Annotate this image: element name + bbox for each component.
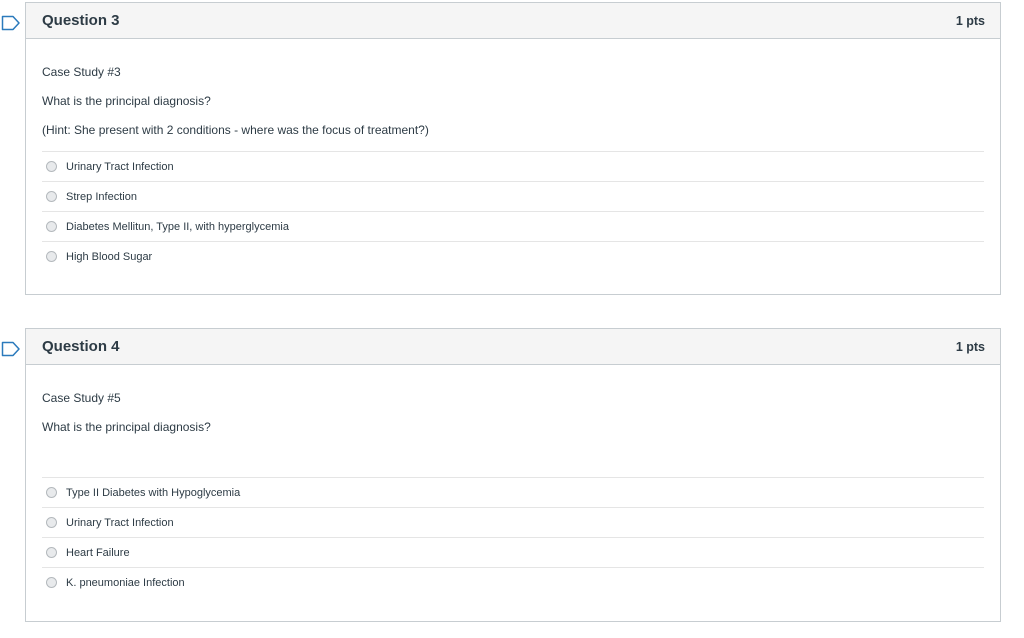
question-card-4: Question 4 1 pts Case Study #5 What is t… — [1, 328, 1001, 622]
radio-button[interactable] — [46, 221, 57, 232]
answer-option[interactable]: Urinary Tract Infection — [42, 508, 984, 538]
answer-label[interactable]: Urinary Tract Infection — [66, 161, 174, 173]
answer-option[interactable]: Heart Failure — [42, 538, 984, 568]
answer-label[interactable]: Type II Diabetes with Hypoglycemia — [66, 487, 240, 499]
question-prompt: What is the principal diagnosis? — [42, 94, 211, 108]
answer-label[interactable]: K. pneumoniae Infection — [66, 577, 185, 589]
question-hint: (Hint: She present with 2 conditions - w… — [42, 123, 429, 137]
question-points: 1 pts — [955, 13, 985, 28]
question-body: Case Study #3 What is the principal diag… — [26, 39, 1000, 271]
question-prompt: What is the principal diagnosis? — [42, 420, 211, 434]
answer-label[interactable]: High Blood Sugar — [66, 251, 152, 263]
question-text: Case Study #5 What is the principal diag… — [42, 365, 984, 435]
radio-button[interactable] — [46, 161, 57, 172]
radio-button[interactable] — [46, 191, 57, 202]
answer-list: Type II Diabetes with Hypoglycemia Urina… — [42, 477, 984, 597]
answer-label[interactable]: Strep Infection — [66, 191, 137, 203]
radio-button[interactable] — [46, 577, 57, 588]
radio-button[interactable] — [46, 251, 57, 262]
bookmark-flag-icon[interactable] — [1, 15, 21, 31]
question-body: Case Study #5 What is the principal diag… — [26, 365, 1000, 597]
answer-label[interactable]: Diabetes Mellitun, Type II, with hypergl… — [66, 221, 289, 233]
question-header: Question 3 1 pts — [26, 3, 1000, 39]
case-study-label: Case Study #3 — [42, 65, 121, 79]
answer-label[interactable]: Urinary Tract Infection — [66, 517, 174, 529]
answer-option[interactable]: Urinary Tract Infection — [42, 152, 984, 182]
question-header: Question 4 1 pts — [26, 329, 1000, 365]
answer-list: Urinary Tract Infection Strep Infection … — [42, 151, 984, 271]
radio-button[interactable] — [46, 547, 57, 558]
question-title: Question 3 — [42, 12, 120, 29]
answer-label[interactable]: Heart Failure — [66, 547, 130, 559]
answer-option[interactable]: Type II Diabetes with Hypoglycemia — [42, 478, 984, 508]
question-points: 1 pts — [955, 339, 985, 354]
case-study-label: Case Study #5 — [42, 391, 121, 405]
question-text: Case Study #3 What is the principal diag… — [42, 39, 984, 138]
bookmark-flag-icon[interactable] — [1, 341, 21, 357]
radio-button[interactable] — [46, 487, 57, 498]
radio-button[interactable] — [46, 517, 57, 528]
question-card-3: Question 3 1 pts Case Study #3 What is t… — [1, 2, 1001, 295]
answer-option[interactable]: K. pneumoniae Infection — [42, 568, 984, 597]
answer-option[interactable]: High Blood Sugar — [42, 242, 984, 271]
answer-option[interactable]: Diabetes Mellitun, Type II, with hypergl… — [42, 212, 984, 242]
question-title: Question 4 — [42, 338, 120, 355]
answer-option[interactable]: Strep Infection — [42, 182, 984, 212]
